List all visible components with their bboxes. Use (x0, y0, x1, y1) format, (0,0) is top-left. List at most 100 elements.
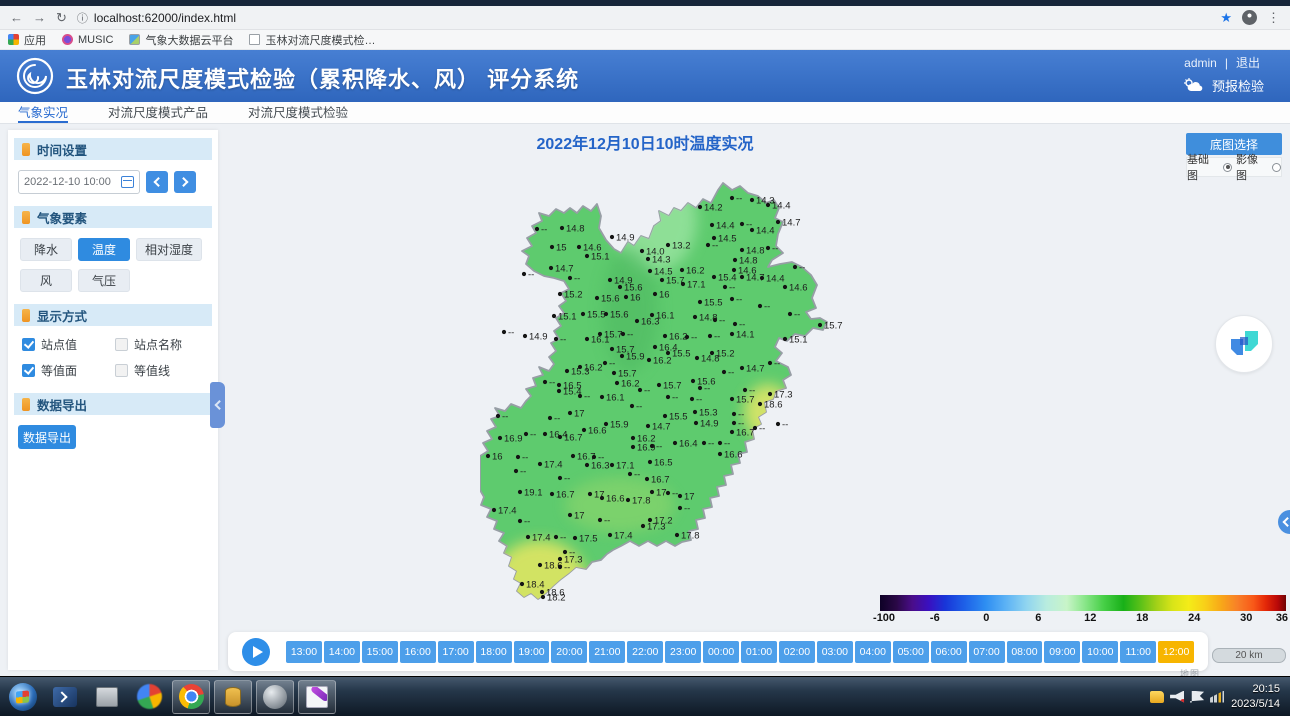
chevron-left-icon (153, 177, 163, 187)
time-cell-07:00[interactable]: 07:00 (969, 641, 1005, 663)
time-cell-18:00[interactable]: 18:00 (476, 641, 512, 663)
taskbar-clock[interactable]: 20:15 2023/5/14 (1231, 682, 1280, 712)
svg-text:17: 17 (574, 409, 585, 420)
display-option-站点名称[interactable]: 站点名称 (115, 336, 204, 353)
volume-muted-icon[interactable] (1170, 691, 1184, 703)
bookmark-item[interactable]: 应用 (8, 32, 46, 48)
time-cell-03:00[interactable]: 03:00 (817, 641, 853, 663)
calendar-icon[interactable] (121, 176, 134, 188)
time-cell-10:00[interactable]: 10:00 (1082, 641, 1118, 663)
time-cell-08:00[interactable]: 08:00 (1007, 641, 1043, 663)
time-cell-05:00[interactable]: 05:00 (893, 641, 929, 663)
svg-text:--: -- (759, 424, 765, 435)
svg-text:14.7: 14.7 (782, 218, 801, 229)
bookmark-item[interactable]: 玉林对流尺度模式检… (249, 32, 375, 48)
time-cell-15:00[interactable]: 15:00 (362, 641, 398, 663)
checkbox-icon[interactable] (115, 338, 128, 351)
time-cell-14:00[interactable]: 14:00 (324, 641, 360, 663)
svg-text:14.4: 14.4 (772, 201, 791, 212)
time-cell-21:00[interactable]: 21:00 (589, 641, 625, 663)
forward-icon[interactable]: → (33, 11, 46, 24)
time-cell-02:00[interactable]: 02:00 (779, 641, 815, 663)
next-time-button[interactable] (174, 171, 196, 193)
tab-对流尺度模式检验[interactable]: 对流尺度模式检验 (248, 102, 348, 123)
svg-text:--: -- (634, 470, 640, 481)
datetime-input[interactable]: 2022-12-10 10:00 (18, 170, 140, 194)
element-button-相对湿度[interactable]: 相对湿度 (136, 238, 202, 261)
back-icon[interactable]: ← (10, 11, 23, 24)
editor-icon[interactable] (298, 680, 336, 714)
time-cell-13:00[interactable]: 13:00 (286, 641, 322, 663)
network-icon[interactable] (1210, 691, 1224, 703)
time-cells: 13:0014:0015:0016:0017:0018:0019:0020:00… (286, 641, 1194, 663)
element-button-降水[interactable]: 降水 (20, 238, 72, 261)
option-label: 等值线 (134, 362, 170, 379)
element-button-温度[interactable]: 温度 (78, 238, 130, 261)
prev-time-button[interactable] (146, 171, 168, 193)
svg-text:16.2: 16.2 (669, 332, 688, 343)
svg-text:--: -- (609, 359, 615, 370)
play-button[interactable] (242, 638, 270, 666)
globe-icon[interactable] (256, 680, 294, 714)
browser-address-bar: ← → ↻ ⓘ localhost:62000/index.html ★ ⋮ (0, 6, 1290, 30)
logout-link[interactable]: 退出 (1236, 54, 1260, 71)
radio-影像图[interactable] (1272, 163, 1281, 172)
time-cell-20:00[interactable]: 20:00 (551, 641, 587, 663)
start-orb[interactable] (4, 680, 42, 714)
profile-avatar[interactable] (1242, 10, 1257, 25)
element-button-气压[interactable]: 气压 (78, 269, 130, 292)
bookmark-item[interactable]: MUSIC (62, 34, 113, 46)
display-option-等值面[interactable]: 等值面 (22, 362, 111, 379)
url-field[interactable]: ⓘ localhost:62000/index.html (77, 10, 1210, 26)
time-cell-09:00[interactable]: 09:00 (1044, 641, 1080, 663)
display-option-站点值[interactable]: 站点值 (22, 336, 111, 353)
tray-app-icon[interactable] (1150, 691, 1164, 703)
section-title: 数据导出 (37, 395, 87, 414)
site-info-icon[interactable]: ⓘ (77, 10, 88, 26)
svg-text:15.1: 15.1 (789, 335, 808, 346)
tab-气象实况[interactable]: 气象实况 (18, 102, 68, 123)
computer-icon[interactable] (88, 680, 126, 714)
browser-menu-icon[interactable]: ⋮ (1267, 11, 1280, 24)
svg-text:15.9: 15.9 (610, 420, 629, 431)
export-data-button[interactable]: 数据导出 (18, 425, 76, 449)
reload-icon[interactable]: ↻ (56, 11, 67, 24)
time-cell-16:00[interactable]: 16:00 (400, 641, 436, 663)
temperature-map[interactable]: 14.2--14.314.414.714.4--14.414.5--14.8--… (480, 160, 880, 640)
basemap-option-label: 影像图 (1236, 151, 1268, 183)
bookmark-item[interactable]: 气象大数据云平台 (129, 32, 233, 48)
tab-对流尺度模式产品[interactable]: 对流尺度模式产品 (108, 102, 208, 123)
time-cell-11:00[interactable]: 11:00 (1120, 641, 1156, 663)
time-cell-01:00[interactable]: 01:00 (741, 641, 777, 663)
browser-ball-icon[interactable] (130, 680, 168, 714)
powershell-icon[interactable] (46, 680, 84, 714)
colorbar-tick: 0 (983, 612, 989, 624)
flag-icon[interactable] (1190, 691, 1204, 703)
map-vendor-logo[interactable] (1215, 315, 1273, 373)
radio-基础图[interactable] (1223, 163, 1232, 172)
time-cell-23:00[interactable]: 23:00 (665, 641, 701, 663)
time-cell-00:00[interactable]: 00:00 (703, 641, 739, 663)
database-tool-icon[interactable] (214, 680, 252, 714)
time-cell-04:00[interactable]: 04:00 (855, 641, 891, 663)
database-tool-icon (225, 687, 241, 707)
checkbox-icon[interactable] (115, 364, 128, 377)
time-cell-17:00[interactable]: 17:00 (438, 641, 474, 663)
tray-icons (1150, 691, 1224, 703)
sidebar-collapse-tab[interactable] (210, 382, 225, 428)
checkbox-icon[interactable] (22, 364, 35, 377)
time-cell-06:00[interactable]: 06:00 (931, 641, 967, 663)
checkbox-icon[interactable] (22, 338, 35, 351)
bookmark-star-icon[interactable]: ★ (1220, 10, 1232, 26)
right-panel-toggle[interactable] (1278, 510, 1290, 534)
svg-text:18.6: 18.6 (764, 400, 783, 411)
time-cell-22:00[interactable]: 22:00 (627, 641, 663, 663)
svg-text:--: -- (774, 359, 780, 370)
element-button-风[interactable]: 风 (20, 269, 72, 292)
forecast-check-entry[interactable]: 预报检验 (1183, 76, 1264, 95)
time-cell-12:00[interactable]: 12:00 (1158, 641, 1194, 663)
time-cell-19:00[interactable]: 19:00 (514, 641, 550, 663)
svg-text:--: -- (502, 412, 508, 423)
display-option-等值线[interactable]: 等值线 (115, 362, 204, 379)
chrome-icon[interactable] (172, 680, 210, 714)
